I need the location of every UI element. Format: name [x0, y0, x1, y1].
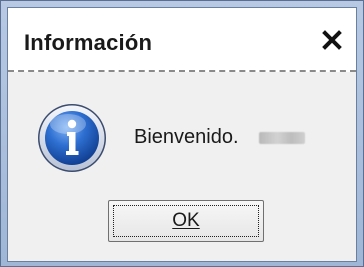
title-bar[interactable]: Información [8, 8, 356, 70]
message-text: Bienvenido. [134, 126, 239, 148]
dialog-title: Información [24, 30, 153, 55]
dialog-content: Bienvenido. OK [8, 72, 356, 261]
redacted-username [258, 131, 305, 144]
ok-button-label: OK [172, 210, 200, 231]
window-frame: Información Bienvenido. OK [0, 0, 364, 267]
close-icon [322, 30, 342, 50]
information-icon [38, 104, 106, 172]
close-button[interactable] [318, 26, 346, 54]
ok-button[interactable]: OK [108, 200, 264, 242]
message-dialog: Información Bienvenido. OK [7, 7, 357, 262]
message-row: Bienvenido. [134, 126, 305, 149]
